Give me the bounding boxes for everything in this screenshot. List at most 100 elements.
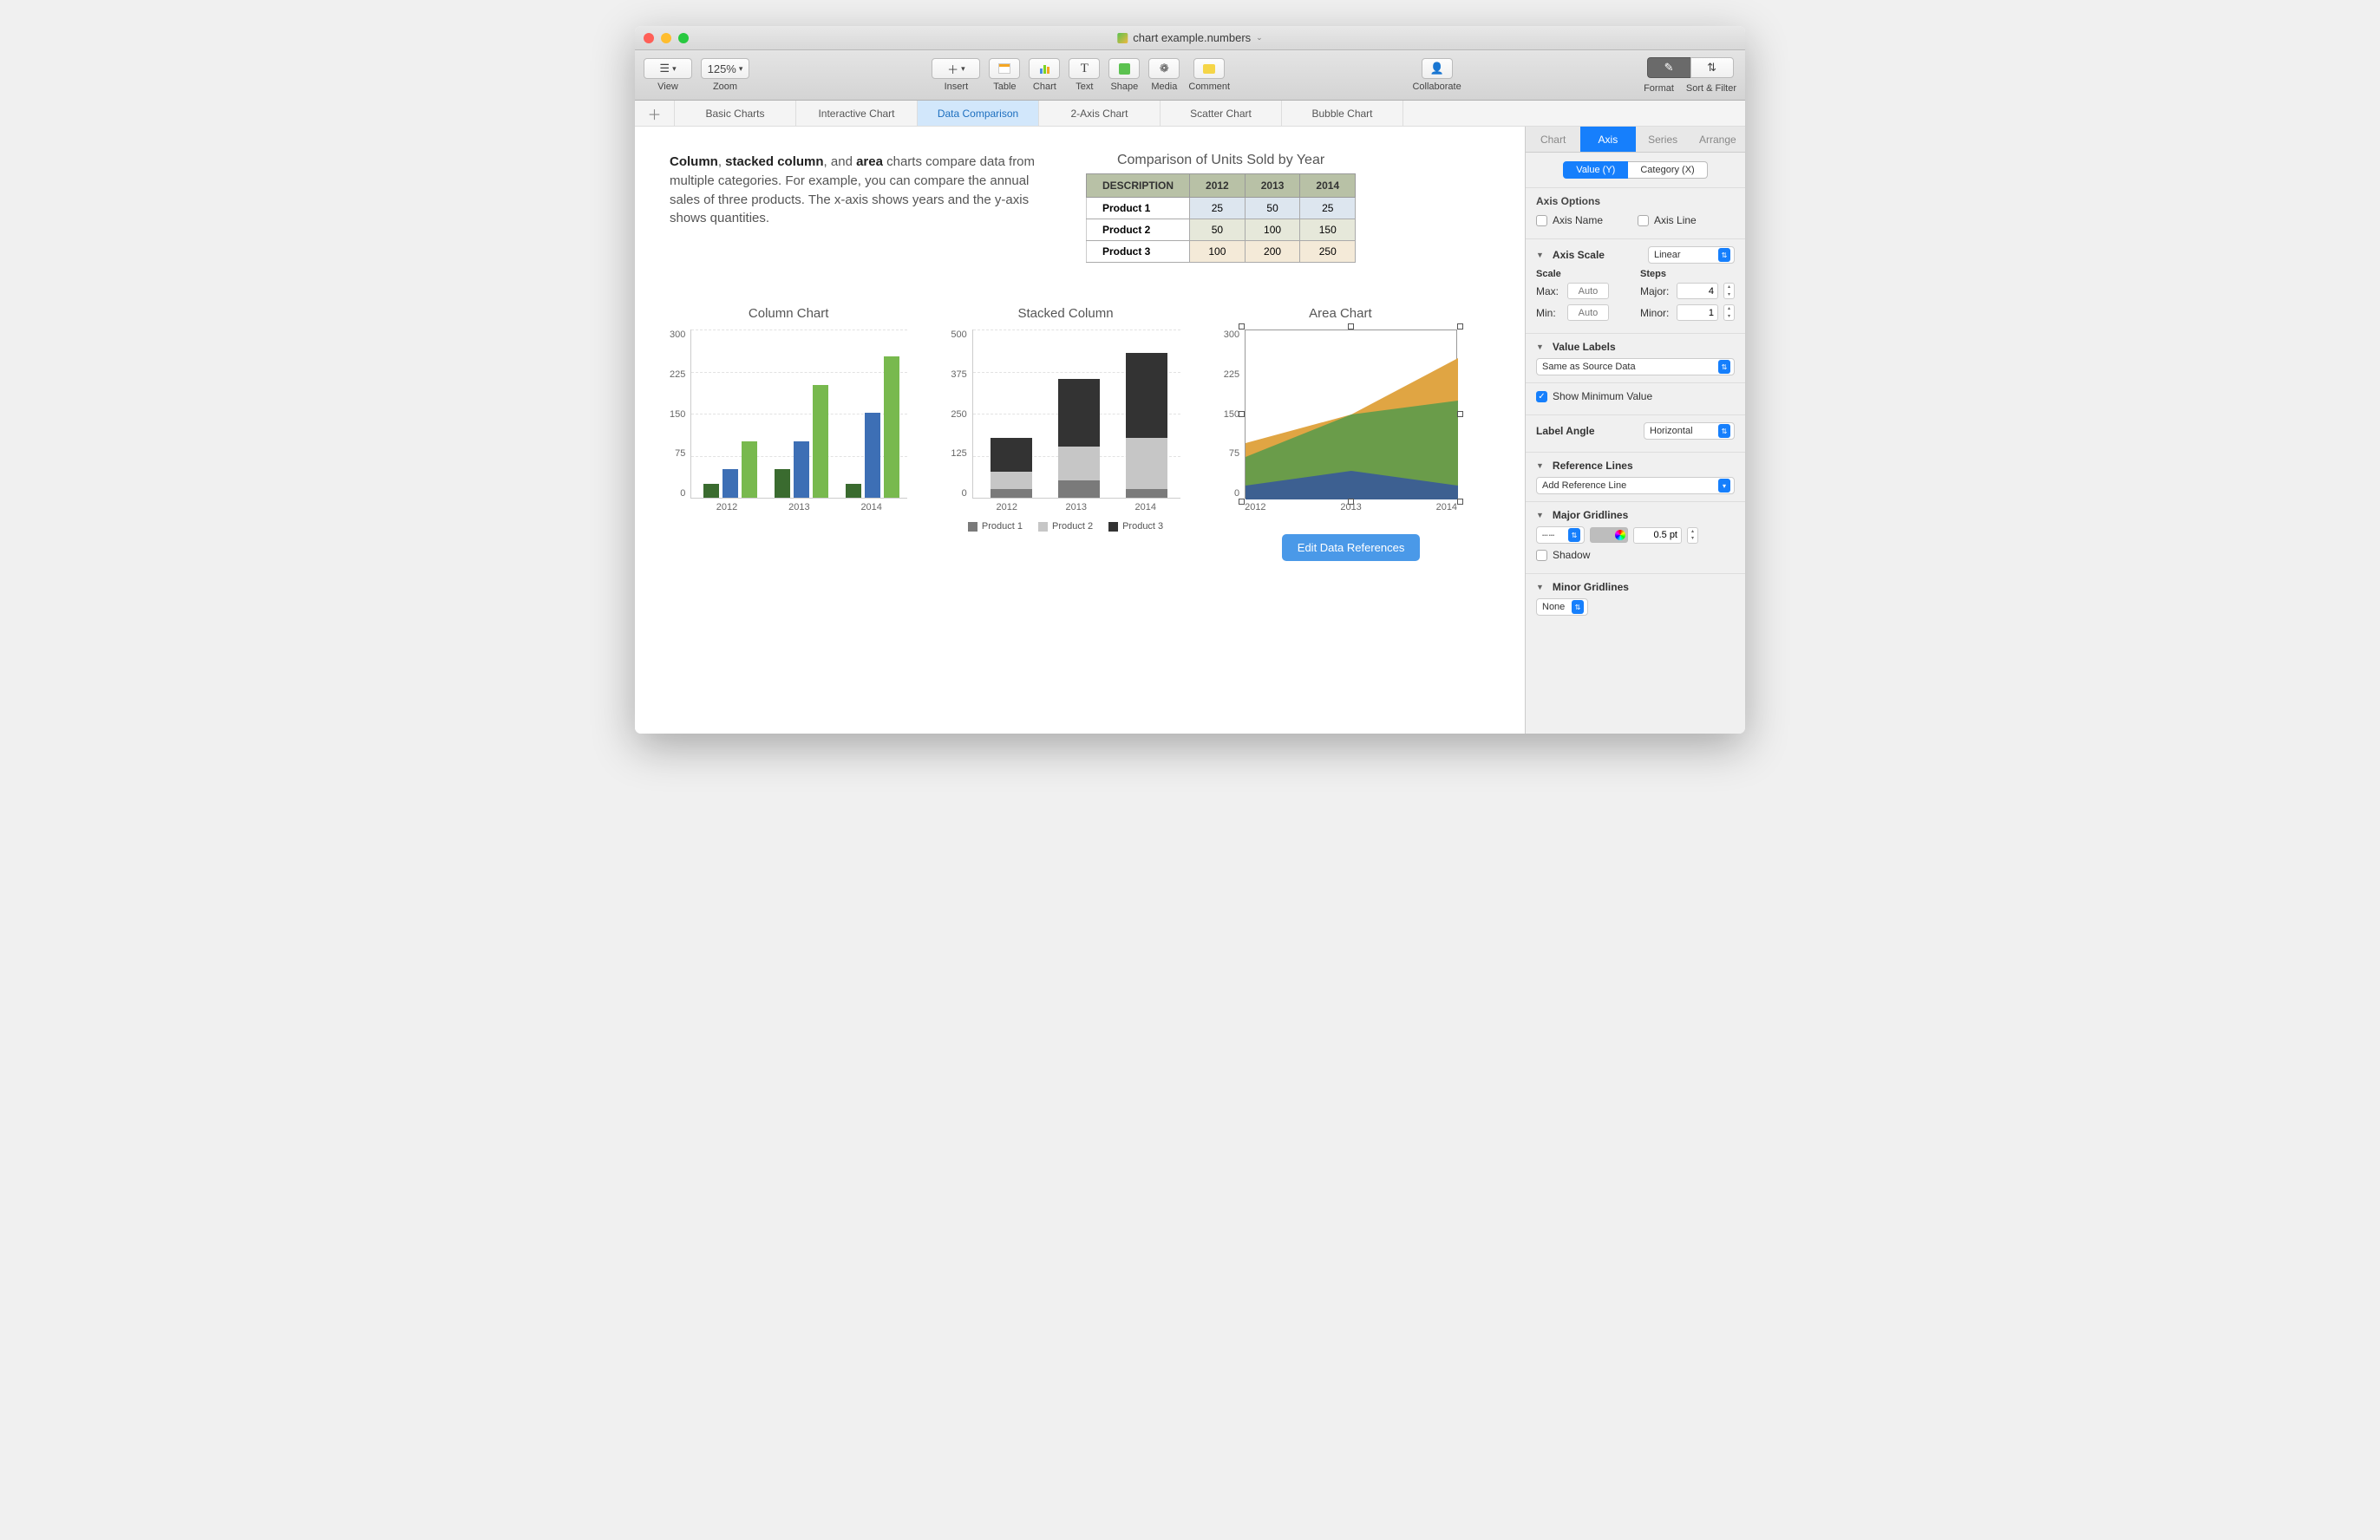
shape-button[interactable] xyxy=(1108,58,1140,79)
minimize-window-button[interactable] xyxy=(661,33,671,43)
table-title: Comparison of Units Sold by Year xyxy=(1086,153,1356,168)
tab-basic-charts[interactable]: Basic Charts xyxy=(675,101,796,126)
disclosure-icon[interactable]: ▼ xyxy=(1536,343,1544,351)
label-angle-select[interactable]: Horizontal⇅ xyxy=(1644,422,1735,440)
comment-label: Comment xyxy=(1188,82,1230,92)
table-button[interactable] xyxy=(989,58,1020,79)
inspector-tab-arrange[interactable]: Arrange xyxy=(1690,127,1745,152)
format-label: Format xyxy=(1644,83,1674,94)
axis-category-x-button[interactable]: Category (X) xyxy=(1628,161,1707,179)
steps-label: Steps xyxy=(1640,269,1735,279)
data-table[interactable]: DESCRIPTION 2012 2013 2014 Product 12550… xyxy=(1086,173,1356,263)
media-button[interactable]: ❁ xyxy=(1148,58,1180,79)
axis-scale-label: Axis Scale xyxy=(1553,249,1605,261)
minor-gridline-select[interactable]: None⇅ xyxy=(1536,598,1588,616)
format-inspector: Chart Axis Series Arrange Value (Y) Cate… xyxy=(1525,127,1745,734)
disclosure-icon[interactable]: ▼ xyxy=(1536,583,1544,591)
inspector-tab-axis[interactable]: Axis xyxy=(1580,127,1635,152)
chart-title: Area Chart xyxy=(1309,306,1372,321)
data-table-block: Comparison of Units Sold by Year DESCRIP… xyxy=(1086,153,1356,263)
text-label: Text xyxy=(1076,82,1093,92)
toolbar: ☰ ▾ View 125%▾ Zoom ＋ ▾ Insert Table Cha… xyxy=(635,50,1745,101)
sort-filter-button[interactable]: ⇅ xyxy=(1690,57,1734,78)
chart-button[interactable] xyxy=(1029,58,1060,79)
zoom-label: Zoom xyxy=(713,82,737,92)
disclosure-icon[interactable]: ▼ xyxy=(1536,461,1544,470)
collaborate-label: Collaborate xyxy=(1412,82,1461,92)
chevron-down-icon: ⌄ xyxy=(1256,33,1263,42)
comment-button[interactable] xyxy=(1193,58,1225,79)
collaborate-button[interactable]: 👤 xyxy=(1422,58,1453,79)
close-window-button[interactable] xyxy=(644,33,654,43)
chart-legend: Product 1 Product 2 Product 3 xyxy=(968,521,1163,532)
sheet-tabs: ＋ Basic Charts Interactive Chart Data Co… xyxy=(635,101,1745,127)
table-header: 2013 xyxy=(1245,174,1300,198)
tab-scatter-chart[interactable]: Scatter Chart xyxy=(1161,101,1282,126)
document-title-text: chart example.numbers xyxy=(1133,31,1251,44)
chart-label: Chart xyxy=(1033,82,1056,92)
zoom-window-button[interactable] xyxy=(678,33,689,43)
table-header: DESCRIPTION xyxy=(1087,174,1190,198)
inspector-tab-series[interactable]: Series xyxy=(1636,127,1690,152)
insert-button[interactable]: ＋ ▾ xyxy=(932,58,980,79)
area-chart[interactable]: Area Chart 300225150750 xyxy=(1224,306,1457,561)
add-sheet-button[interactable]: ＋ xyxy=(635,101,675,126)
table-row[interactable]: Product 1255025 xyxy=(1087,198,1356,219)
app-window: chart example.numbers ⌄ ☰ ▾ View 125%▾ Z… xyxy=(635,26,1745,734)
axis-name-checkbox[interactable]: Axis Name xyxy=(1536,214,1603,226)
view-button[interactable]: ☰ ▾ xyxy=(644,58,692,79)
shadow-checkbox[interactable]: Shadow xyxy=(1536,549,1735,561)
scale-max-input[interactable] xyxy=(1567,283,1609,299)
axis-value-y-button[interactable]: Value (Y) xyxy=(1563,161,1628,179)
zoom-value: 125% xyxy=(708,62,736,75)
text-button[interactable]: T xyxy=(1069,58,1100,79)
value-labels-select[interactable]: Same as Source Data⇅ xyxy=(1536,358,1735,375)
titlebar: chart example.numbers ⌄ xyxy=(635,26,1745,50)
steps-minor-input[interactable] xyxy=(1677,304,1718,321)
axis-line-checkbox[interactable]: Axis Line xyxy=(1638,214,1697,226)
intro-text: Column, stacked column, and area charts … xyxy=(670,153,1051,228)
scale-label: Scale xyxy=(1536,269,1614,279)
zoom-button[interactable]: 125%▾ xyxy=(701,58,749,79)
table-header: 2012 xyxy=(1190,174,1246,198)
gridline-width-input[interactable] xyxy=(1633,527,1682,544)
tab-data-comparison[interactable]: Data Comparison xyxy=(918,101,1039,126)
tab-interactive-chart[interactable]: Interactive Chart xyxy=(796,101,918,126)
view-label: View xyxy=(657,82,678,92)
shape-label: Shape xyxy=(1110,82,1138,92)
minor-gridlines-heading: Minor Gridlines xyxy=(1553,581,1629,593)
scale-min-input[interactable] xyxy=(1567,304,1609,321)
disclosure-icon[interactable]: ▼ xyxy=(1536,251,1544,259)
inspector-tab-chart[interactable]: Chart xyxy=(1526,127,1580,152)
gridline-color-well[interactable] xyxy=(1590,527,1628,543)
add-reference-line-select[interactable]: Add Reference Line▾ xyxy=(1536,477,1735,494)
media-label: Media xyxy=(1151,82,1177,92)
reference-lines-heading: Reference Lines xyxy=(1553,460,1633,472)
insert-label: Insert xyxy=(945,82,969,92)
axis-options-heading: Axis Options xyxy=(1536,195,1735,207)
document-title[interactable]: chart example.numbers ⌄ xyxy=(1117,31,1262,44)
steps-major-input[interactable] xyxy=(1677,283,1718,299)
format-button[interactable]: ✎ xyxy=(1647,57,1690,78)
chart-title: Column Chart xyxy=(749,306,829,321)
document-icon xyxy=(1117,33,1128,43)
tab-2-axis-chart[interactable]: 2-Axis Chart xyxy=(1039,101,1161,126)
gridline-style-select[interactable]: ┄┄⇅ xyxy=(1536,526,1585,544)
edit-data-references-button[interactable]: Edit Data References xyxy=(1282,534,1421,561)
tab-bubble-chart[interactable]: Bubble Chart xyxy=(1282,101,1403,126)
stepper[interactable]: ▴▾ xyxy=(1723,283,1735,299)
disclosure-icon[interactable]: ▼ xyxy=(1536,511,1544,519)
label-angle-label: Label Angle xyxy=(1536,425,1595,437)
sort-label: Sort & Filter xyxy=(1686,83,1736,94)
stepper[interactable]: ▴▾ xyxy=(1723,304,1735,321)
column-chart[interactable]: Column Chart 300225150750 xyxy=(670,306,907,512)
table-row[interactable]: Product 3100200250 xyxy=(1087,241,1356,263)
chart-title: Stacked Column xyxy=(1018,306,1114,321)
stepper[interactable]: ▴▾ xyxy=(1687,527,1698,544)
canvas[interactable]: Column, stacked column, and area charts … xyxy=(635,127,1525,734)
table-label: Table xyxy=(993,82,1016,92)
show-min-value-checkbox[interactable]: ✓Show Minimum Value xyxy=(1536,390,1735,402)
table-row[interactable]: Product 250100150 xyxy=(1087,219,1356,241)
stacked-column-chart[interactable]: Stacked Column 5003752501250 xyxy=(951,306,1180,532)
axis-scale-select[interactable]: Linear⇅ xyxy=(1648,246,1735,264)
